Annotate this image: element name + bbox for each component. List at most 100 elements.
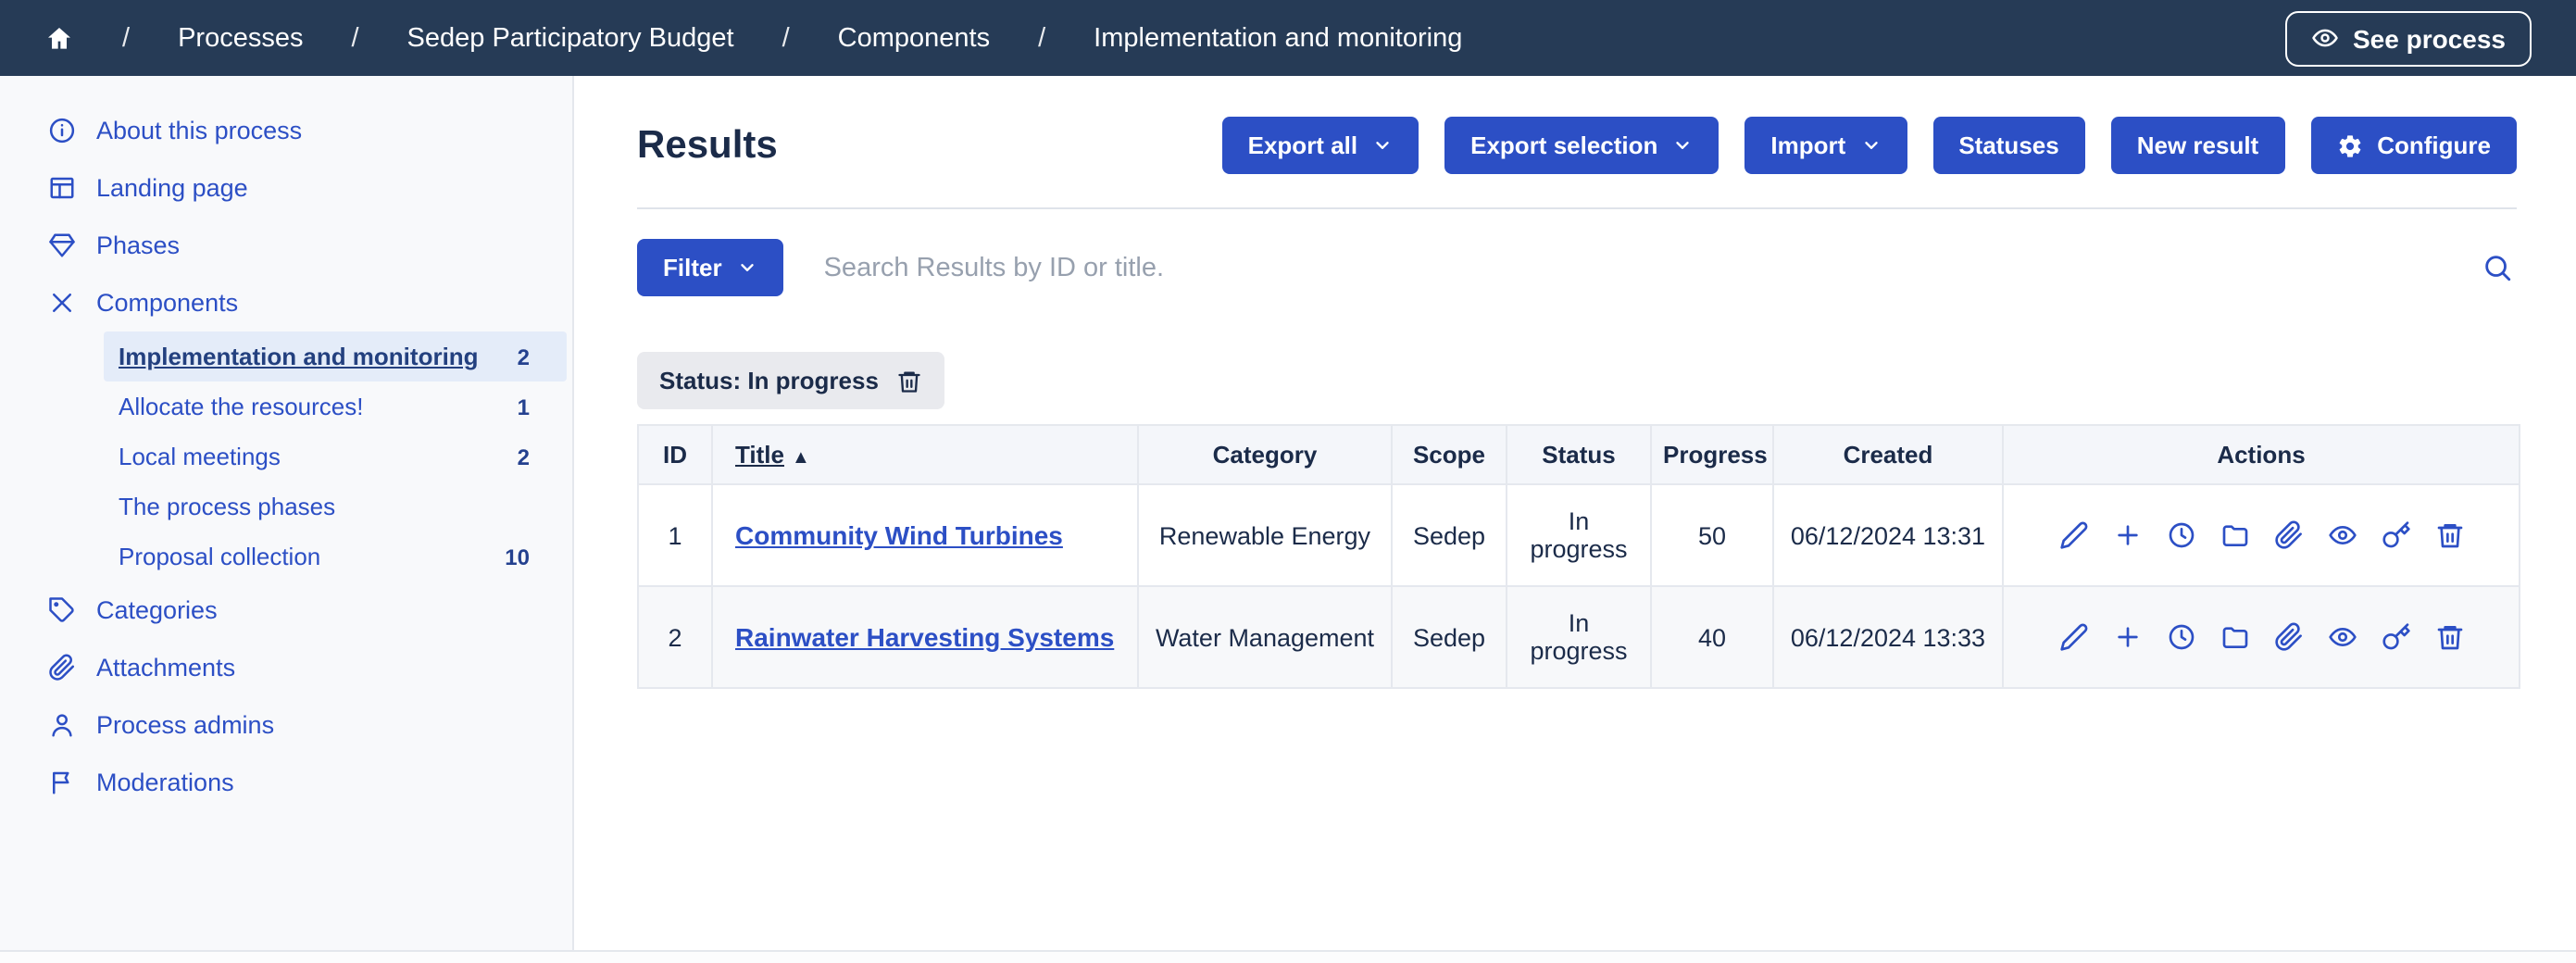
sidebar-item-label: Moderations xyxy=(96,769,234,796)
sidebar-item-phases[interactable]: Phases xyxy=(0,217,572,274)
col-header-status: Status xyxy=(1507,425,1651,484)
sidebar-item-label: Process admins xyxy=(96,711,274,739)
col-header-created: Created xyxy=(1773,425,2003,484)
attachments-icon[interactable] xyxy=(2273,622,2303,652)
phases-icon xyxy=(48,231,76,259)
export-all-button[interactable]: Export all xyxy=(1222,117,1419,174)
home-icon[interactable] xyxy=(44,23,74,53)
import-button[interactable]: Import xyxy=(1744,117,1907,174)
flag-icon xyxy=(48,769,76,796)
sidebar-subitem-proposal-collection[interactable]: Proposal collection 10 xyxy=(104,532,567,582)
sidebar-item-process-admins[interactable]: Process admins xyxy=(0,696,572,754)
configure-label: Configure xyxy=(2377,131,2491,159)
remove-filter-trash-icon[interactable] xyxy=(897,368,923,394)
cell-id: 1 xyxy=(638,484,712,586)
permissions-key-icon[interactable] xyxy=(2381,622,2410,652)
table-header-row: ID Title▲ Category Scope Status Progress… xyxy=(638,425,2520,484)
footer-divider xyxy=(0,950,2576,963)
add-icon[interactable] xyxy=(2112,622,2142,652)
cell-progress: 40 xyxy=(1651,586,1773,688)
history-icon[interactable] xyxy=(2166,520,2195,550)
attachments-icon[interactable] xyxy=(2273,520,2303,550)
export-selection-button[interactable]: Export selection xyxy=(1444,117,1719,174)
folder-icon[interactable] xyxy=(2220,622,2249,652)
active-filters: Status: In progress xyxy=(637,352,2517,409)
sidebar-item-label: Phases xyxy=(96,231,180,259)
cell-status: In progress xyxy=(1507,586,1651,688)
sidebar-item-landing-page[interactable]: Landing page xyxy=(0,159,572,217)
count-badge: 1 xyxy=(518,394,530,419)
search-input[interactable] xyxy=(820,251,2478,284)
statuses-button[interactable]: Statuses xyxy=(1932,117,2084,174)
preview-icon[interactable] xyxy=(2327,622,2357,652)
folder-icon[interactable] xyxy=(2220,520,2249,550)
history-icon[interactable] xyxy=(2166,622,2195,652)
preview-icon[interactable] xyxy=(2327,520,2357,550)
delete-icon[interactable] xyxy=(2434,520,2464,550)
sidebar-item-moderations[interactable]: Moderations xyxy=(0,754,572,811)
col-header-actions: Actions xyxy=(2003,425,2520,484)
eye-icon xyxy=(2310,24,2338,52)
sidebar-item-about[interactable]: About this process xyxy=(0,102,572,159)
result-link[interactable]: Rainwater Harvesting Systems xyxy=(735,622,1114,652)
count-badge: 2 xyxy=(518,344,530,369)
new-result-button[interactable]: New result xyxy=(2111,117,2285,174)
cell-actions xyxy=(2003,484,2520,586)
layout-icon xyxy=(48,174,76,202)
breadcrumb-item-components[interactable]: Components xyxy=(838,23,990,53)
sidebar-subitem-label: The process phases xyxy=(119,493,335,520)
paperclip-icon xyxy=(48,654,76,682)
sidebar-item-categories[interactable]: Categories xyxy=(0,582,572,639)
cell-progress: 50 xyxy=(1651,484,1773,586)
permissions-key-icon[interactable] xyxy=(2381,520,2410,550)
chevron-down-icon xyxy=(1672,135,1693,156)
cell-actions xyxy=(2003,586,2520,688)
breadcrumb-separator: / xyxy=(122,23,130,53)
main-content: Results Export all Export selection Impo… xyxy=(574,76,2576,950)
divider xyxy=(637,207,2517,209)
filter-button[interactable]: Filter xyxy=(637,239,783,296)
breadcrumb-item-processes[interactable]: Processes xyxy=(178,23,303,53)
search-button[interactable] xyxy=(2478,248,2517,287)
export-all-label: Export all xyxy=(1248,131,1358,159)
count-badge: 2 xyxy=(518,444,530,469)
sort-by-title[interactable]: Title xyxy=(735,441,784,469)
edit-icon[interactable] xyxy=(2058,622,2088,652)
topbar: / Processes / Sedep Participatory Budget… xyxy=(0,0,2576,76)
sidebar-subitem-label: Implementation and monitoring xyxy=(119,343,479,370)
see-process-button[interactable]: See process xyxy=(2284,10,2532,66)
sidebar-item-label: About this process xyxy=(96,117,302,144)
count-badge: 10 xyxy=(505,544,530,569)
sidebar-subitem-allocate-the-resources[interactable]: Allocate the resources! 1 xyxy=(104,381,567,431)
statuses-label: Statuses xyxy=(1958,131,2058,159)
add-icon[interactable] xyxy=(2112,520,2142,550)
user-icon xyxy=(48,711,76,739)
breadcrumb-separator: / xyxy=(782,23,790,53)
delete-icon[interactable] xyxy=(2434,622,2464,652)
breadcrumb-item-process[interactable]: Sedep Participatory Budget xyxy=(407,23,734,53)
breadcrumb-item-current: Implementation and monitoring xyxy=(1094,23,1462,53)
sidebar-item-label: Categories xyxy=(96,596,218,624)
cell-title: Community Wind Turbines xyxy=(712,484,1138,586)
sidebar-item-attachments[interactable]: Attachments xyxy=(0,639,572,696)
sidebar-subitem-label: Allocate the resources! xyxy=(119,393,363,420)
configure-button[interactable]: Configure xyxy=(2310,117,2517,174)
col-header-id: ID xyxy=(638,425,712,484)
sidebar-item-label: Landing page xyxy=(96,174,248,202)
edit-icon[interactable] xyxy=(2058,520,2088,550)
tools-icon xyxy=(48,289,76,317)
cell-created: 06/12/2024 13:31 xyxy=(1773,484,2003,586)
cell-category: Renewable Energy xyxy=(1138,484,1392,586)
result-link[interactable]: Community Wind Turbines xyxy=(735,520,1063,550)
sidebar-subitem-implementation-and-monitoring[interactable]: Implementation and monitoring 2 xyxy=(104,331,567,381)
col-header-progress: Progress xyxy=(1651,425,1773,484)
sidebar-subitem-label: Local meetings xyxy=(119,443,281,470)
sidebar-subitem-label: Proposal collection xyxy=(119,543,320,570)
sidebar-item-components[interactable]: Components xyxy=(0,274,572,331)
table-row: 2 Rainwater Harvesting Systems Water Man… xyxy=(638,586,2520,688)
sidebar-subitem-local-meetings[interactable]: Local meetings 2 xyxy=(104,431,567,482)
chevron-down-icon xyxy=(737,257,757,278)
sidebar-subitem-the-process-phases[interactable]: The process phases xyxy=(104,482,567,532)
filter-row: Filter xyxy=(637,239,2517,296)
page: / Processes / Sedep Participatory Budget… xyxy=(0,0,2576,963)
